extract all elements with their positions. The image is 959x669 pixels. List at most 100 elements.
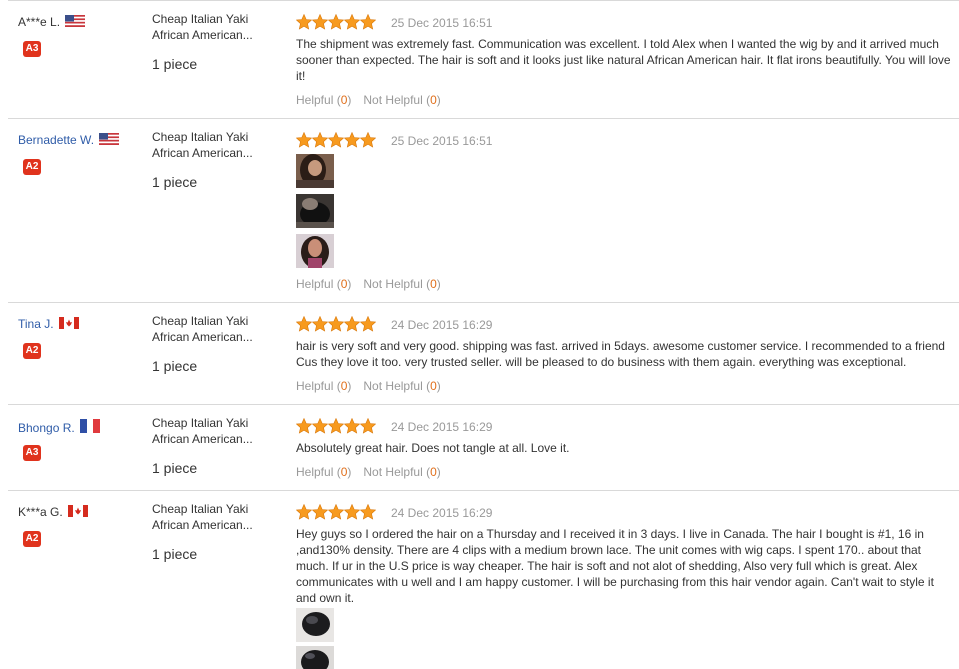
- review-text: hair is very soft and very good. shippin…: [296, 339, 945, 369]
- review-text: The shipment was extremely fast. Communi…: [296, 37, 951, 83]
- not-helpful-count: 0: [430, 465, 437, 479]
- helpful-button[interactable]: Helpful (0): [296, 93, 351, 107]
- reviewer: K***a G.: [18, 505, 89, 519]
- star-icon: [312, 132, 328, 148]
- helpful-bar: Helpful (0) Not Helpful (0): [296, 379, 441, 393]
- star-icon: [344, 14, 360, 30]
- not-helpful-button[interactable]: Not Helpful (0): [363, 379, 440, 393]
- reviewer: Tina J.: [18, 317, 79, 331]
- reviewer: Bhongo R.: [18, 419, 101, 435]
- reviewer-name[interactable]: Bhongo R.: [18, 421, 75, 435]
- review-photo[interactable]: [296, 234, 334, 268]
- star-icon: [328, 316, 344, 332]
- product-name-line2: African American...: [152, 518, 253, 532]
- product-name[interactable]: Cheap Italian Yaki African American...: [152, 415, 253, 447]
- product-name[interactable]: Cheap Italian Yaki African American...: [152, 129, 253, 161]
- review-photo[interactable]: [296, 608, 334, 642]
- helpful-bar: Helpful (0) Not Helpful (0): [296, 465, 441, 479]
- reviewer-name: K***a G.: [18, 505, 63, 519]
- helpful-button[interactable]: Helpful (0): [296, 277, 351, 291]
- buyer-level-badge: A3: [23, 41, 41, 57]
- star-icon: [344, 504, 360, 520]
- not-helpful-count: 0: [430, 277, 437, 291]
- star-icon: [296, 418, 312, 434]
- star-icon: [328, 504, 344, 520]
- product-name-line2: African American...: [152, 330, 253, 344]
- helpful-count: 0: [340, 379, 348, 393]
- review-date: 24 Dec 2015 16:29: [391, 318, 493, 332]
- us-flag-icon: [99, 133, 120, 145]
- not-helpful-button[interactable]: Not Helpful (0): [363, 93, 440, 107]
- review-photo[interactable]: [296, 646, 334, 669]
- quantity: 1 piece: [152, 546, 198, 562]
- product-name[interactable]: Cheap Italian Yaki African American...: [152, 11, 253, 43]
- helpful-count: 0: [340, 277, 348, 291]
- review-date: 25 Dec 2015 16:51: [391, 134, 493, 148]
- review-date: 24 Dec 2015 16:29: [391, 420, 493, 434]
- product-name[interactable]: Cheap Italian Yaki African American...: [152, 501, 253, 533]
- review-photo[interactable]: [296, 154, 334, 188]
- reviewer-name[interactable]: Tina J.: [18, 317, 54, 331]
- buyer-level-badge: A2: [23, 531, 41, 547]
- helpful-count: 0: [340, 93, 348, 107]
- star-icon: [360, 316, 376, 332]
- product-name-line2: African American...: [152, 432, 253, 446]
- quantity: 1 piece: [152, 358, 198, 374]
- helpful-count: 0: [340, 465, 348, 479]
- not-helpful-count: 0: [430, 93, 437, 107]
- star-icon: [312, 14, 328, 30]
- reviewer-name[interactable]: Bernadette W.: [18, 133, 94, 147]
- star-icon: [344, 316, 360, 332]
- star-icon: [296, 132, 312, 148]
- star-icon: [360, 14, 376, 30]
- review-date: 24 Dec 2015 16:29: [391, 506, 493, 520]
- star-icon: [296, 14, 312, 30]
- product-name-line1: Cheap Italian Yaki: [152, 130, 249, 144]
- review-date: 25 Dec 2015 16:51: [391, 16, 493, 30]
- helpful-bar: Helpful (0) Not Helpful (0): [296, 277, 441, 291]
- star-icon: [328, 418, 344, 434]
- buyer-level-badge: A2: [23, 343, 41, 359]
- review-photo[interactable]: [296, 194, 334, 228]
- review-item: A***e L. A3 Cheap Italian Yaki African A…: [0, 0, 959, 118]
- star-icon: [328, 132, 344, 148]
- us-flag-icon: [65, 15, 86, 27]
- france-flag-icon: [80, 419, 101, 433]
- not-helpful-count: 0: [430, 379, 437, 393]
- star-icon: [296, 316, 312, 332]
- buyer-level-badge: A2: [23, 159, 41, 175]
- helpful-button[interactable]: Helpful (0): [296, 379, 351, 393]
- star-rating: [296, 504, 376, 523]
- buyer-level-badge: A3: [23, 445, 41, 461]
- reviewer: Bernadette W.: [18, 133, 120, 147]
- star-icon: [312, 316, 328, 332]
- star-rating: [296, 14, 376, 33]
- quantity: 1 piece: [152, 56, 198, 72]
- quantity: 1 piece: [152, 460, 198, 476]
- product-name-line1: Cheap Italian Yaki: [152, 12, 249, 26]
- star-rating: [296, 316, 376, 335]
- reviewer: A***e L.: [18, 15, 86, 29]
- star-icon: [344, 132, 360, 148]
- star-icon: [328, 14, 344, 30]
- product-name[interactable]: Cheap Italian Yaki African American...: [152, 313, 253, 345]
- canada-flag-icon: [68, 505, 89, 517]
- reviewer-name: A***e L.: [18, 15, 61, 29]
- product-name-line1: Cheap Italian Yaki: [152, 416, 249, 430]
- star-rating: [296, 132, 376, 151]
- not-helpful-button[interactable]: Not Helpful (0): [363, 277, 440, 291]
- helpful-button[interactable]: Helpful (0): [296, 465, 351, 479]
- product-name-line2: African American...: [152, 28, 253, 42]
- product-name-line1: Cheap Italian Yaki: [152, 502, 249, 516]
- product-name-line1: Cheap Italian Yaki: [152, 314, 249, 328]
- not-helpful-button[interactable]: Not Helpful (0): [363, 465, 440, 479]
- review-item: K***a G. A2 Cheap Italian Yaki African A…: [0, 490, 959, 669]
- quantity: 1 piece: [152, 174, 198, 190]
- star-icon: [344, 418, 360, 434]
- star-icon: [360, 132, 376, 148]
- star-icon: [312, 418, 328, 434]
- star-icon: [360, 504, 376, 520]
- canada-flag-icon: [58, 317, 79, 329]
- review-item: Tina J. A2 Cheap Italian Yaki African Am…: [0, 302, 959, 404]
- review-text: Absolutely great hair. Does not tangle a…: [296, 441, 570, 455]
